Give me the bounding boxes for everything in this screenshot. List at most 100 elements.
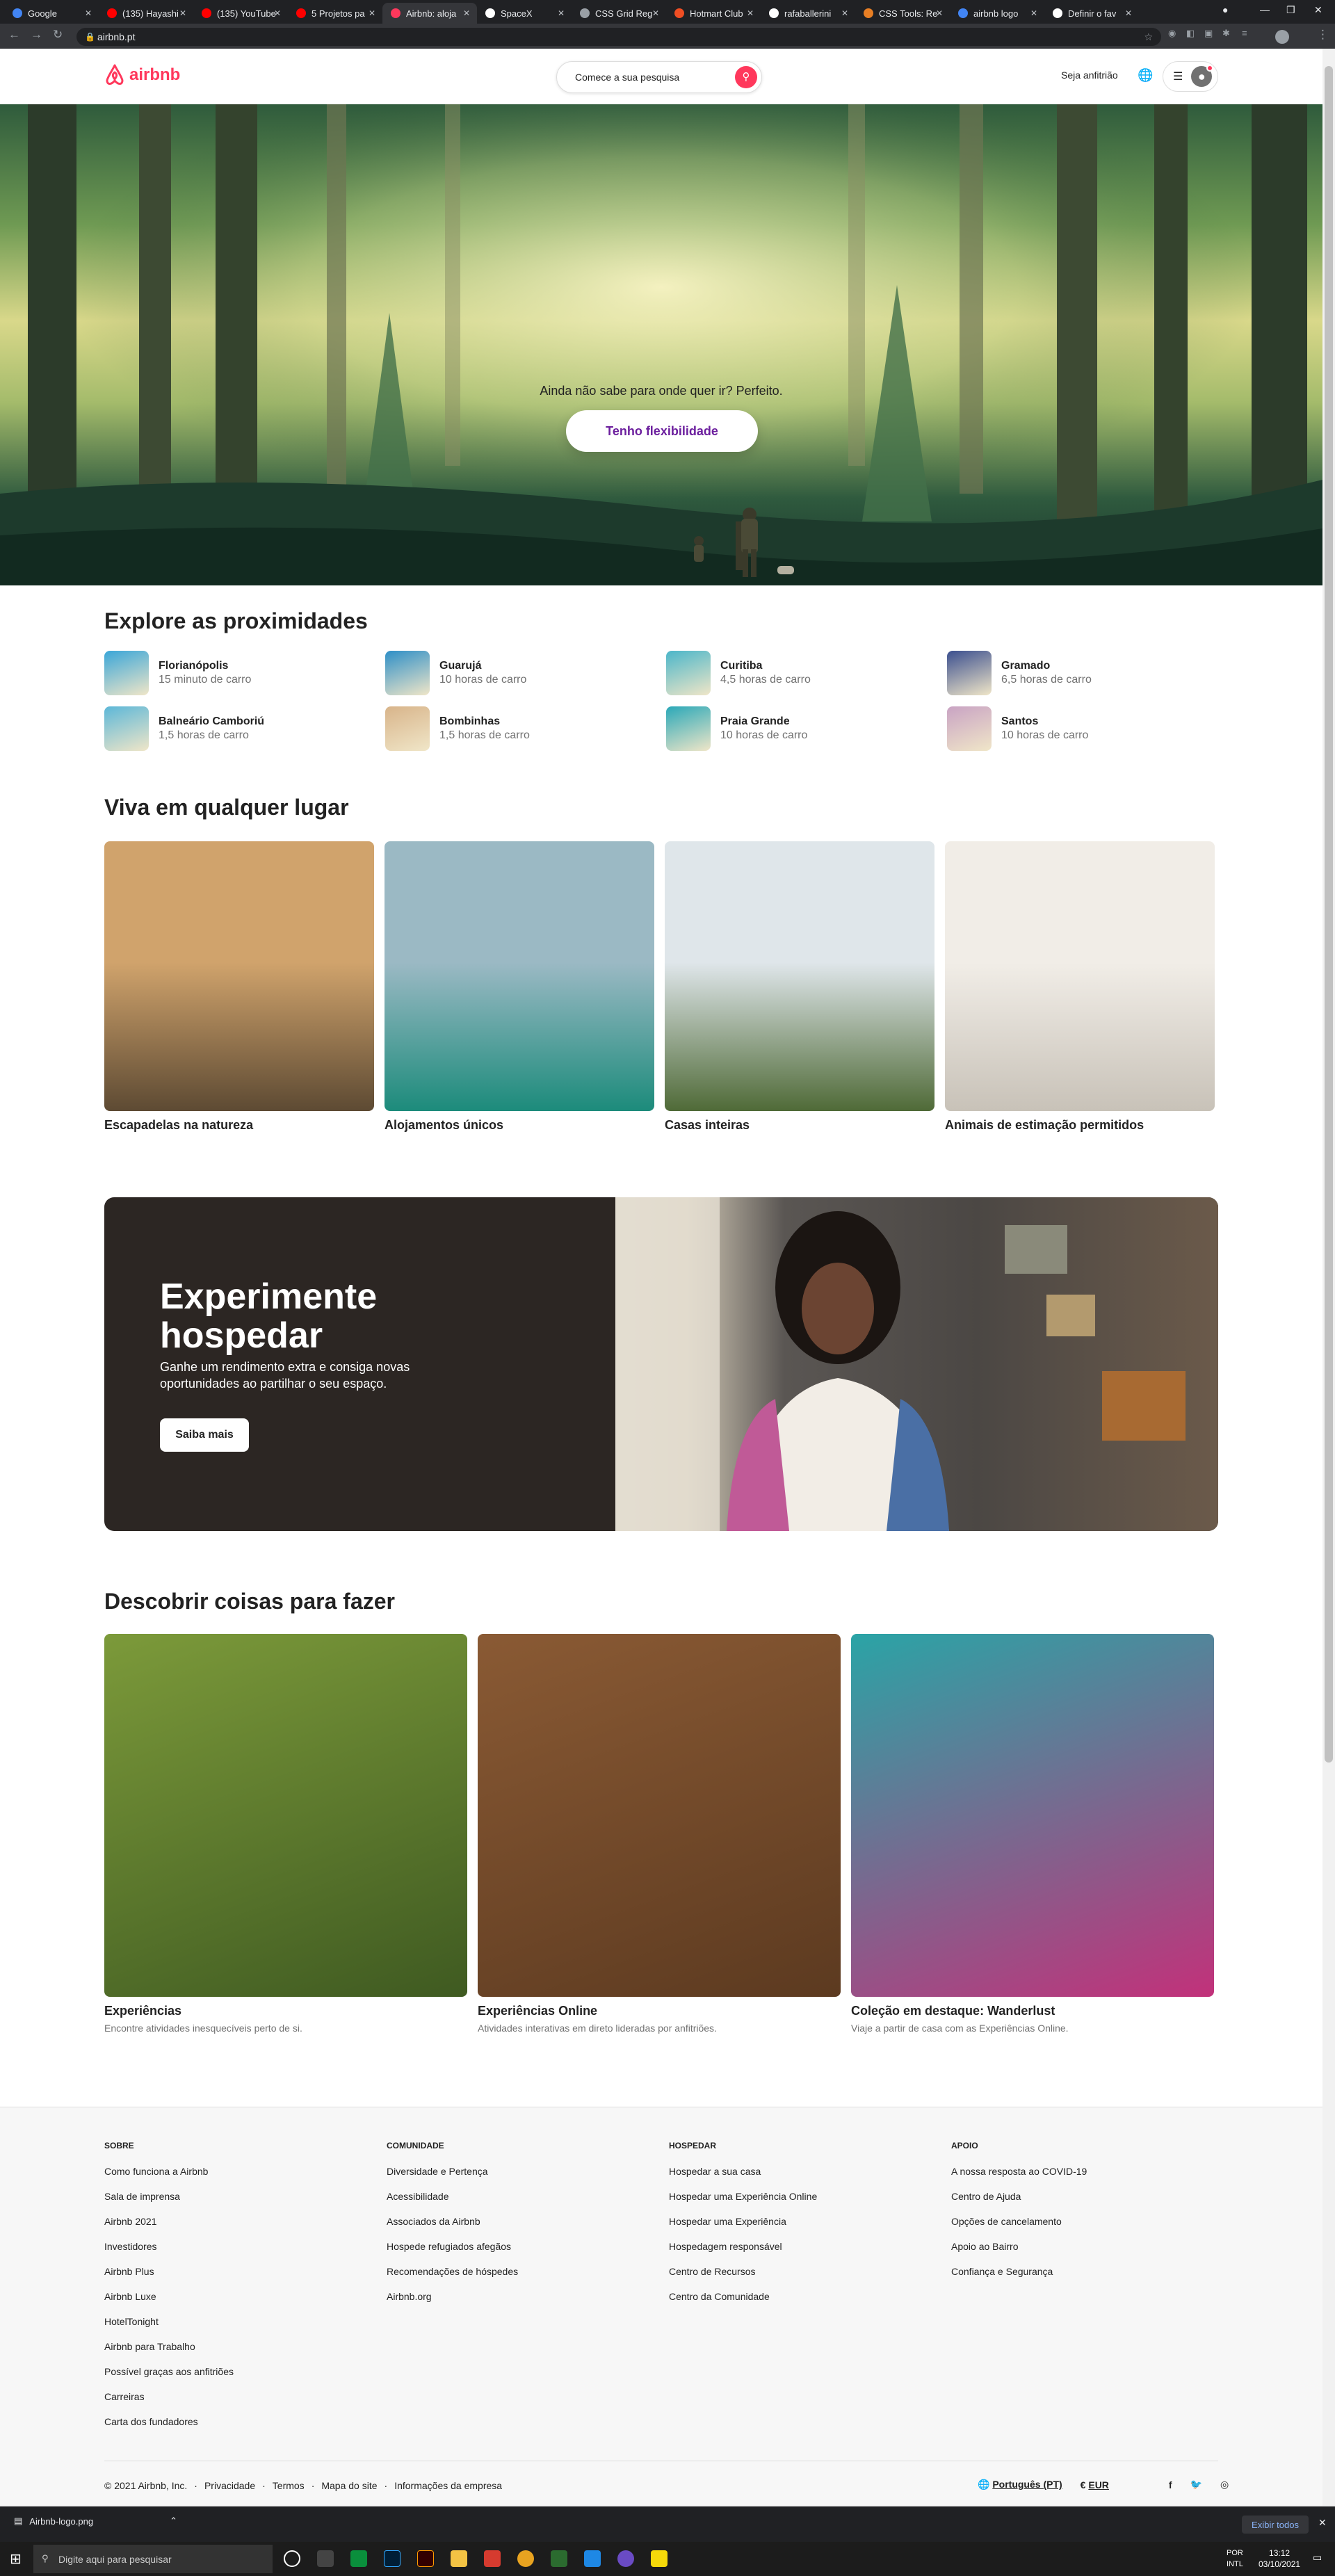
- tab-close-icon[interactable]: ✕: [747, 8, 754, 18]
- facebook-icon[interactable]: f: [1169, 2479, 1172, 2490]
- footer-link[interactable]: Airbnb para Trabalho: [104, 2341, 234, 2366]
- footer-link[interactable]: Hospede refugiados afegãos: [387, 2241, 518, 2266]
- tab-close-icon[interactable]: ✕: [558, 8, 565, 18]
- category-card[interactable]: Animais de estimação permitidos: [945, 841, 1215, 1133]
- nearby-item[interactable]: Santos 10 horas de carro: [947, 706, 1211, 751]
- vscode-icon[interactable]: [584, 2550, 601, 2567]
- nearby-item[interactable]: Bombinhas 1,5 horas de carro: [385, 706, 649, 751]
- nearby-item[interactable]: Praia Grande 10 horas de carro: [666, 706, 930, 751]
- footer-link[interactable]: Hospedar a sua casa: [669, 2166, 817, 2191]
- tab-close-icon[interactable]: ✕: [179, 8, 186, 18]
- chevron-up-icon[interactable]: ⌃: [170, 2516, 177, 2527]
- window-close-icon[interactable]: ✕: [1314, 4, 1322, 16]
- tab-close-icon[interactable]: ✕: [1030, 8, 1037, 18]
- bookmark-star-icon[interactable]: ☆: [1144, 28, 1153, 46]
- acrobat-icon[interactable]: [484, 2550, 501, 2567]
- footer-link[interactable]: Centro de Recursos: [669, 2266, 817, 2291]
- file-explorer-icon[interactable]: [451, 2550, 467, 2567]
- footer-link[interactable]: Hospedar uma Experiência: [669, 2216, 817, 2241]
- app-icon[interactable]: [551, 2550, 567, 2567]
- footer-link[interactable]: Centro de Ajuda: [951, 2191, 1087, 2216]
- footer-link[interactable]: Airbnb 2021: [104, 2216, 234, 2241]
- nearby-item[interactable]: Gramado 6,5 horas de carro: [947, 651, 1211, 695]
- tab-close-icon[interactable]: ✕: [1125, 8, 1132, 18]
- language-selector[interactable]: 🌐 Português (PT): [978, 2479, 1062, 2490]
- footer-link[interactable]: Hospedagem responsável: [669, 2241, 817, 2266]
- input-language[interactable]: POR INTL: [1227, 2547, 1243, 2570]
- show-all-downloads-button[interactable]: Exibir todos: [1242, 2516, 1309, 2534]
- footer-link[interactable]: Airbnb.org: [387, 2291, 518, 2316]
- footer-link[interactable]: Diversidade e Pertença: [387, 2166, 518, 2191]
- category-card[interactable]: Escapadelas na natureza: [104, 841, 374, 1133]
- browser-tab[interactable]: CSS Tools: Re ✕: [855, 3, 950, 24]
- footer-link[interactable]: Possível graças aos anfitriões: [104, 2366, 234, 2391]
- illustrator-icon[interactable]: [417, 2550, 434, 2567]
- user-menu-button[interactable]: ☰ ●: [1163, 61, 1218, 92]
- browser-tab[interactable]: CSS Grid Reg ✕: [572, 3, 666, 24]
- footer-link[interactable]: Airbnb Plus: [104, 2266, 234, 2291]
- category-card[interactable]: Casas inteiras: [665, 841, 934, 1133]
- url-field[interactable]: 🔒 airbnb.pt ☆: [76, 28, 1161, 46]
- footer-link[interactable]: Centro da Comunidade: [669, 2291, 817, 2316]
- footer-link[interactable]: Investidores: [104, 2241, 234, 2266]
- minimize-icon[interactable]: —: [1260, 4, 1270, 15]
- instagram-icon[interactable]: ◎: [1220, 2479, 1229, 2490]
- browser-tab[interactable]: Definir o fav ✕: [1044, 3, 1139, 24]
- footer-link[interactable]: Opções de cancelamento: [951, 2216, 1087, 2241]
- browser-tab[interactable]: 5 Projetos pa ✕: [288, 3, 382, 24]
- browser-tab[interactable]: rafaballerini ✕: [761, 3, 855, 24]
- search-button[interactable]: ⚲: [735, 66, 757, 88]
- nearby-item[interactable]: Curitiba 4,5 horas de carro: [666, 651, 930, 695]
- experience-card[interactable]: Coleção em destaque: Wanderlust Viaje a p…: [851, 1634, 1214, 2034]
- footer-link[interactable]: Confiança e Segurança: [951, 2266, 1087, 2291]
- reading-list-icon[interactable]: ≡: [1242, 28, 1247, 38]
- footer-link[interactable]: Sala de imprensa: [104, 2191, 234, 2216]
- browser-tab[interactable]: (135) Hayashi ✕: [99, 3, 193, 24]
- nearby-item[interactable]: Florianópolis 15 minuto de carro: [104, 651, 369, 695]
- nearby-item[interactable]: Balneário Camboriú 1,5 horas de carro: [104, 706, 369, 751]
- learn-more-button[interactable]: Saiba mais: [160, 1418, 249, 1452]
- tab-close-icon[interactable]: ✕: [652, 8, 659, 18]
- hosting-banner[interactable]: Experimente hospedar Ganhe um rendimento…: [104, 1197, 1218, 1531]
- experience-card[interactable]: Experiências Encontre atividades inesquec…: [104, 1634, 467, 2034]
- download-item[interactable]: ▤ Airbnb-logo.png ⌃: [14, 2516, 177, 2527]
- reload-icon[interactable]: ↻: [53, 28, 63, 42]
- footer-link[interactable]: Como funciona a Airbnb: [104, 2166, 234, 2191]
- app-icon[interactable]: [350, 2550, 367, 2567]
- browser-menu-icon[interactable]: ⋮: [1317, 28, 1329, 42]
- company-info-link[interactable]: Informações da empresa: [394, 2480, 502, 2491]
- chrome-icon[interactable]: [517, 2550, 534, 2567]
- airbnb-logo[interactable]: airbnb: [104, 64, 180, 86]
- notifications-icon[interactable]: ▭: [1313, 2552, 1322, 2563]
- back-icon[interactable]: ←: [8, 28, 20, 42]
- system-clock[interactable]: 13:12 03/10/2021: [1259, 2547, 1300, 2570]
- footer-link[interactable]: Associados da Airbnb: [387, 2216, 518, 2241]
- footer-link[interactable]: Acessibilidade: [387, 2191, 518, 2216]
- windows-start-icon[interactable]: ⊞: [10, 2550, 22, 2568]
- footer-link[interactable]: Recomendações de hóspedes: [387, 2266, 518, 2291]
- become-host-link[interactable]: Seja anfitrião: [1061, 70, 1118, 81]
- extension-icon[interactable]: ▣: [1204, 28, 1213, 39]
- footer-link[interactable]: Apoio ao Bairro: [951, 2241, 1087, 2266]
- category-card[interactable]: Alojamentos únicos: [385, 841, 654, 1133]
- extensions-puzzle-icon[interactable]: ✱: [1222, 28, 1230, 39]
- browser-tab[interactable]: airbnb logo ✕: [950, 3, 1044, 24]
- nearby-item[interactable]: Guarujá 10 horas de carro: [385, 651, 649, 695]
- browser-tab[interactable]: Hotmart Club ✕: [666, 3, 761, 24]
- footer-link[interactable]: Airbnb Luxe: [104, 2291, 234, 2316]
- search-bar[interactable]: Comece a sua pesquisa ⚲: [556, 61, 762, 93]
- footer-link[interactable]: Carta dos fundadores: [104, 2416, 234, 2441]
- tab-close-icon[interactable]: ✕: [841, 8, 848, 18]
- privacy-link[interactable]: Privacidade: [204, 2480, 255, 2491]
- footer-link[interactable]: Hospedar uma Experiência Online: [669, 2191, 817, 2216]
- sitemap-link[interactable]: Mapa do site: [321, 2480, 377, 2491]
- footer-link[interactable]: HotelTonight: [104, 2316, 234, 2341]
- browser-tab[interactable]: Airbnb: aloja ✕: [382, 3, 477, 24]
- app-icon[interactable]: [617, 2550, 634, 2567]
- taskbar-search[interactable]: ⚲ Digite aqui para pesquisar: [33, 2545, 273, 2573]
- sticky-notes-icon[interactable]: [651, 2550, 668, 2567]
- photoshop-icon[interactable]: [384, 2550, 400, 2567]
- extension-icon[interactable]: ◉: [1168, 28, 1176, 39]
- close-downloads-icon[interactable]: ✕: [1318, 2517, 1327, 2529]
- browser-tab[interactable]: (135) YouTube ✕: [193, 3, 288, 24]
